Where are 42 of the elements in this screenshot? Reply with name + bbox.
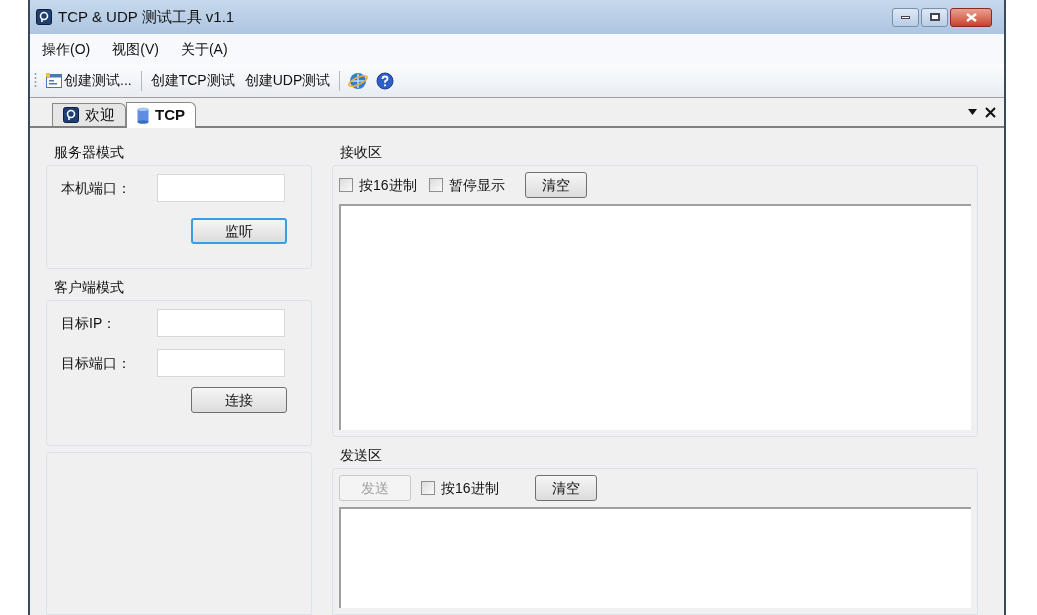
tab[interactable]: 欢迎 <box>52 103 126 126</box>
group-title: 客户端模式 <box>54 278 125 297</box>
maximize-button[interactable] <box>921 7 948 27</box>
toolbar-button[interactable]: 创建UDP测试 <box>243 70 332 91</box>
database-icon <box>137 107 149 124</box>
field-label: 本机端口： <box>61 178 132 198</box>
menu-item[interactable]: 关于(A) <box>180 38 228 60</box>
connect-button[interactable]: 连接 <box>191 387 287 413</box>
maximize-icon <box>929 13 940 21</box>
minimize-button[interactable] <box>892 7 919 27</box>
close-icon[interactable] <box>985 106 996 118</box>
text-field[interactable] <box>157 349 285 377</box>
clear-button[interactable]: 清空 <box>534 475 597 501</box>
listen-button[interactable]: 监听 <box>191 218 287 244</box>
window-icon <box>46 72 62 89</box>
group-title: 接收区 <box>340 143 383 162</box>
toolbar-button[interactable]: 创建测试... <box>45 70 133 91</box>
toolbar-button[interactable]: 创建TCP测试 <box>149 70 236 91</box>
toolbar-grip-icon <box>34 71 37 90</box>
app-icon <box>36 9 52 25</box>
window-title: TCP & UDP 测试工具 v1.1 <box>58 6 235 27</box>
field-label: 目标端口： <box>61 353 132 373</box>
app-icon <box>63 107 79 123</box>
tab[interactable]: TCP <box>126 102 196 128</box>
text-field[interactable] <box>157 309 285 337</box>
globe-icon[interactable] <box>348 70 369 91</box>
menu-item[interactable]: 视图(V) <box>112 38 159 60</box>
dropdown-icon[interactable] <box>968 109 977 115</box>
text-field[interactable] <box>157 174 285 202</box>
group-title: 服务器模式 <box>54 143 125 162</box>
help-icon[interactable] <box>376 71 395 90</box>
group-title: 发送区 <box>340 446 383 465</box>
checkbox[interactable]: 按16进制 <box>339 174 417 196</box>
field-label: 目标IP： <box>61 313 118 333</box>
send-text-area[interactable] <box>339 507 971 608</box>
checkbox[interactable]: 暂停显示 <box>428 174 505 196</box>
close-button[interactable] <box>950 7 992 27</box>
minimize-icon <box>901 15 910 19</box>
clear-button[interactable]: 清空 <box>524 172 587 198</box>
menu-item[interactable]: 操作(O) <box>42 38 91 60</box>
close-icon <box>965 12 977 22</box>
checkbox[interactable]: 按16进制 <box>421 477 499 499</box>
